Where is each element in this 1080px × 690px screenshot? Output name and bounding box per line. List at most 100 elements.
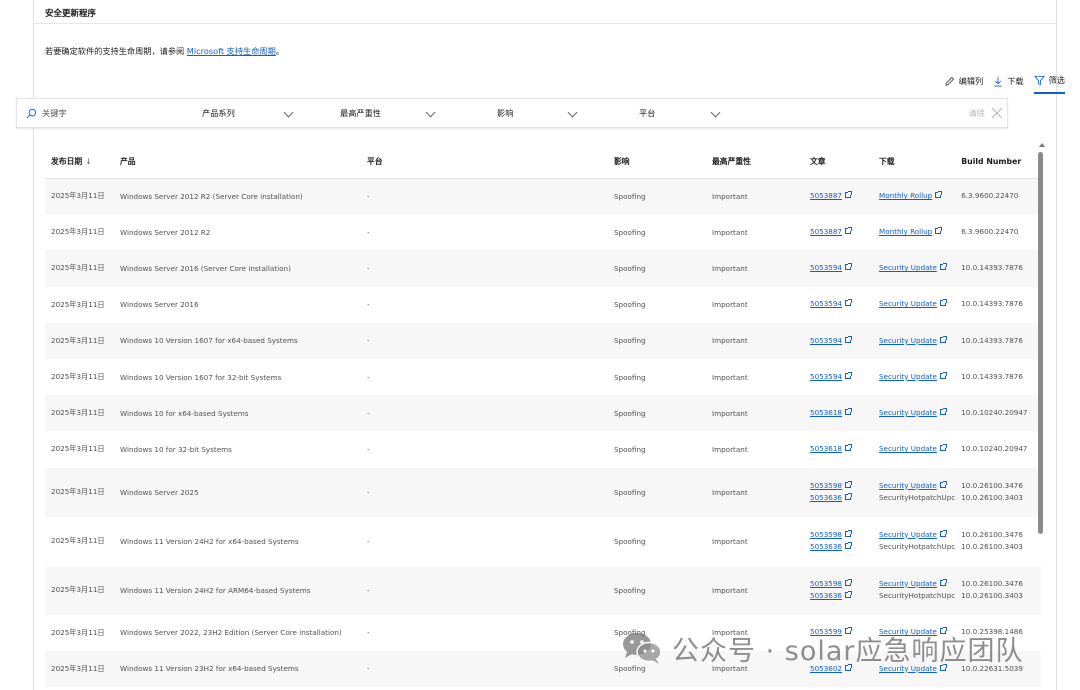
header-download[interactable]: 下载 bbox=[873, 146, 956, 179]
cell-download-link[interactable]: Monthly Rollup bbox=[879, 191, 932, 200]
cell-download-link[interactable]: Security Update bbox=[879, 372, 937, 381]
max-severity-filter[interactable]: 最高严重性 bbox=[340, 99, 381, 127]
cell-date: 2025年3月11日 bbox=[51, 372, 105, 382]
scrollbar-thumb[interactable] bbox=[1038, 152, 1043, 534]
product-family-filter[interactable]: 产品系列 bbox=[202, 99, 235, 127]
cell-build: 10.0.10240.20947 bbox=[955, 395, 1042, 432]
cell-article-link[interactable]: 5053636 bbox=[810, 493, 842, 502]
cell-article: 5053598 5053636 bbox=[804, 517, 873, 566]
cell-impact: Spoofing bbox=[614, 372, 646, 382]
external-link-icon bbox=[935, 227, 943, 235]
title-divider bbox=[34, 23, 1056, 24]
cell-article: 5053594 bbox=[804, 250, 873, 287]
cell-download-link[interactable]: Security Update bbox=[879, 530, 937, 539]
search-icon bbox=[26, 108, 37, 118]
cell-download-link[interactable]: Security Update bbox=[879, 299, 937, 308]
cell-platform: - bbox=[361, 395, 608, 432]
cell-download-item: Security Update bbox=[879, 443, 955, 456]
cell-download-link[interactable]: Security Update bbox=[879, 444, 937, 453]
cell-download-link: SecurityHotpatchUpc bbox=[879, 542, 956, 551]
cell-date: 2025年3月11日 bbox=[45, 395, 114, 432]
cell-article: 5053598 5053636 bbox=[804, 565, 873, 615]
platform-filter[interactable]: 平台 bbox=[639, 99, 655, 127]
chevron-down-icon[interactable] bbox=[567, 107, 578, 118]
cell-article-link[interactable]: 5053594 bbox=[810, 372, 842, 381]
cell-build: 10.0.26100.3476 10.0.26100.3403 bbox=[955, 565, 1042, 615]
cell-download-item: Monthly Rollup bbox=[879, 190, 955, 203]
cell-impact: Spoofing bbox=[608, 322, 706, 359]
chevron-down-icon[interactable] bbox=[425, 107, 436, 118]
build-number: 6.3.9600.22470 bbox=[961, 227, 1019, 237]
external-link-icon bbox=[939, 529, 947, 537]
build-number: 10.0.14393.7876 bbox=[961, 335, 1023, 345]
external-link-icon bbox=[939, 444, 947, 452]
cell-article-link[interactable]: 5053598 bbox=[810, 579, 842, 588]
impact-filter[interactable]: 影响 bbox=[497, 99, 513, 127]
chevron-down-icon[interactable] bbox=[283, 107, 294, 118]
cell-download-item: Security Update bbox=[879, 578, 955, 591]
cell-article-item: 5053618 bbox=[810, 443, 873, 456]
cell-article-link[interactable]: 5053618 bbox=[810, 444, 842, 453]
build-number: 10.0.26100.3476 bbox=[961, 480, 1023, 490]
table-actions: 编辑列 下载 筛选 bbox=[934, 72, 1065, 94]
clear-filters-button[interactable]: 清除 bbox=[969, 99, 1003, 127]
download-button[interactable]: 下载 bbox=[993, 72, 1024, 90]
cell-article-link[interactable]: 5053598 bbox=[810, 481, 842, 490]
cell-download-link[interactable]: Security Update bbox=[879, 481, 937, 490]
filter-button[interactable]: 筛选 bbox=[1033, 72, 1065, 94]
table-row: 2025年3月11日 Windows 10 Version 1607 for 32… bbox=[45, 359, 1041, 395]
cell-article-link[interactable]: 5053594 bbox=[810, 263, 842, 272]
cell-download: Security Update bbox=[873, 287, 955, 323]
cell-product: Windows 10 for x64-based Systems bbox=[114, 395, 361, 432]
cell-article-link[interactable]: 5053598 bbox=[810, 530, 842, 539]
cell-article-link[interactable]: 5053594 bbox=[810, 336, 842, 345]
cell-product: Windows 11 Version 24H2 for x64-based Sy… bbox=[120, 536, 299, 546]
scroll-up-arrow-icon[interactable] bbox=[1039, 143, 1045, 147]
header-impact[interactable]: 影响 bbox=[608, 146, 706, 179]
lifecycle-link[interactable]: Microsoft 支持生命周期 bbox=[187, 46, 276, 56]
cell-impact: Spoofing bbox=[608, 467, 706, 517]
cell-severity: Important bbox=[706, 250, 804, 287]
cell-article-link[interactable]: 5053594 bbox=[810, 299, 842, 308]
header-build[interactable]: Build Number bbox=[955, 146, 1042, 179]
cell-download-link: SecurityHotpatchUpc bbox=[879, 493, 956, 502]
table-row: 2025年3月11日 Windows 10 for 32-bit Systems -… bbox=[45, 431, 1041, 467]
cell-product: Windows 11 Version 23H2 for x64-based Sy… bbox=[114, 650, 361, 687]
edit-columns-label: 编辑列 bbox=[958, 76, 984, 86]
cell-download: Monthly Rollup bbox=[873, 178, 956, 215]
cell-severity: Important bbox=[712, 372, 748, 382]
external-link-icon bbox=[845, 335, 853, 343]
cell-download-link[interactable]: Security Update bbox=[879, 336, 937, 345]
keyword-search[interactable]: 关键字 bbox=[26, 99, 67, 127]
edit-columns-button[interactable]: 编辑列 bbox=[944, 72, 984, 90]
cell-download-link[interactable]: Security Update bbox=[879, 579, 937, 588]
pencil-icon bbox=[944, 76, 954, 86]
chevron-down-icon[interactable] bbox=[710, 107, 721, 118]
build-number: 10.0.26100.3403 bbox=[961, 493, 1023, 502]
cell-article-link[interactable]: 5053887 bbox=[810, 191, 842, 200]
cell-download-link[interactable]: Security Update bbox=[879, 408, 937, 417]
cell-download-link[interactable]: Security Update bbox=[879, 263, 937, 272]
close-icon bbox=[991, 107, 1003, 119]
cell-build: 10.0.14393.7876 bbox=[955, 287, 1041, 323]
cell-article-link[interactable]: 5053618 bbox=[810, 408, 842, 417]
header-platform[interactable]: 平台 bbox=[361, 146, 608, 179]
build-number: 10.0.14393.7876 bbox=[961, 371, 1023, 381]
clear-label: 清除 bbox=[968, 108, 985, 118]
cell-platform: - bbox=[367, 628, 370, 638]
cell-article-item: 5053594 bbox=[810, 262, 873, 275]
header-product[interactable]: 产品 bbox=[114, 146, 361, 179]
filter-bar: 关键字 产品系列 最高严重性 影响 平台 清除 bbox=[16, 98, 1008, 128]
cell-build: 10.0.14393.7876 bbox=[955, 250, 1042, 287]
cell-article-link[interactable]: 5053636 bbox=[810, 542, 842, 551]
build-number: 10.0.26100.3476 bbox=[961, 578, 1023, 588]
filter-icon bbox=[1033, 75, 1045, 85]
table-row: 2025年3月11日 Windows 11 Version 24H2 for AR… bbox=[45, 565, 1042, 615]
header-article[interactable]: 文章 bbox=[804, 146, 873, 179]
cell-date: 2025年3月11日 bbox=[51, 299, 105, 309]
cell-download-link[interactable]: Monthly Rollup bbox=[879, 227, 932, 236]
header-date[interactable]: 发布日期 ↓ bbox=[45, 146, 114, 179]
header-severity[interactable]: 最高严重性 bbox=[706, 146, 804, 179]
cell-article-link[interactable]: 5053636 bbox=[810, 591, 842, 600]
cell-article-link[interactable]: 5053887 bbox=[810, 227, 842, 236]
